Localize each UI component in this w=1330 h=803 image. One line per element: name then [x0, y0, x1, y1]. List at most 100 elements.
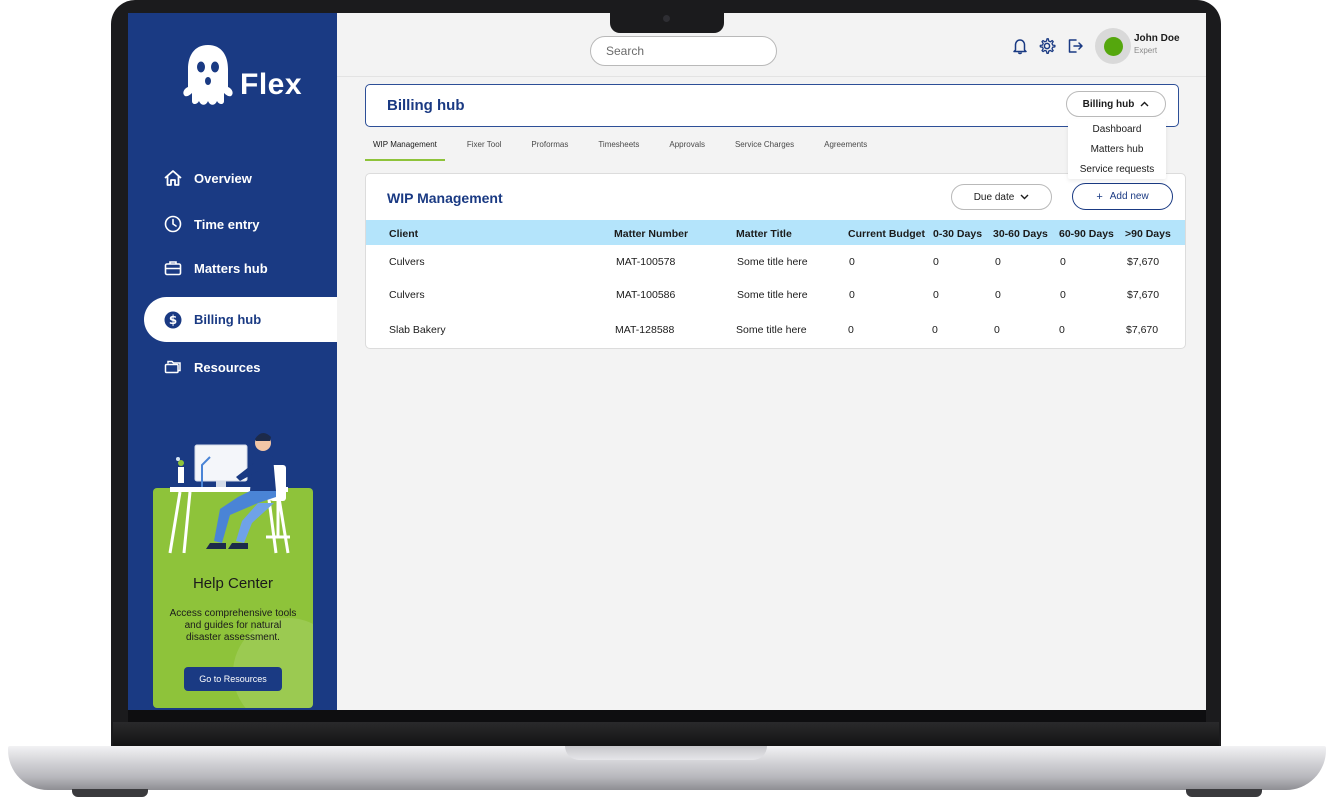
cell-0-30-days: 0	[933, 289, 939, 301]
svg-text:$: $	[169, 313, 177, 327]
billing-tabs: WIP Management Fixer Tool Proformas Time…	[365, 137, 889, 161]
cell-client: Culvers	[389, 289, 425, 301]
cell-60-90-days: 0	[1060, 289, 1066, 301]
top-bar: John Doe Expert	[337, 13, 1206, 77]
column-header[interactable]: Matter Title	[736, 228, 792, 240]
sidebar-item-label: Time entry	[194, 216, 260, 232]
column-header[interactable]: 0-30 Days	[933, 228, 982, 240]
help-center-description: Access comprehensive tools and guides fo…	[169, 608, 297, 643]
page-title: Billing hub	[387, 97, 465, 114]
cell-matter-number: MAT-100586	[616, 289, 676, 301]
dollar-icon: $	[162, 309, 184, 331]
due-date-filter[interactable]: Due date	[951, 184, 1052, 210]
cell-matter-number: MAT-128588	[615, 324, 675, 336]
table-row[interactable]: Culvers MAT-100578 Some title here 0 0 0…	[366, 248, 1185, 278]
add-new-label: Add new	[1109, 191, 1149, 202]
table-header: Client Matter Number Matter Title Curren…	[366, 220, 1185, 245]
column-header[interactable]: >90 Days	[1125, 228, 1171, 240]
laptop-foot	[1186, 789, 1262, 797]
chevron-up-icon	[1140, 101, 1149, 107]
app-name: Flex	[240, 68, 303, 101]
sidebar-item-overview[interactable]: Overview	[144, 156, 337, 200]
go-to-resources-button[interactable]: Go to Resources	[184, 667, 282, 691]
app-screen: Flex Overview Time entry Matters hub $ B…	[128, 13, 1206, 710]
cell-0-30-days: 0	[933, 256, 939, 268]
tab-agreements[interactable]: Agreements	[816, 137, 875, 161]
sidebar: Flex Overview Time entry Matters hub $ B…	[128, 13, 337, 710]
sidebar-item-billing-hub[interactable]: $ Billing hub	[144, 297, 337, 342]
cell-60-90-days: 0	[1060, 256, 1066, 268]
cell-over-90-days: $7,670	[1127, 256, 1160, 268]
user-name: John Doe	[1134, 33, 1180, 44]
card-title: WIP Management	[387, 190, 503, 206]
help-center-title: Help Center	[192, 575, 274, 592]
cell-matter-title: Some title here	[737, 289, 808, 301]
sidebar-item-matters-hub[interactable]: Matters hub	[144, 246, 337, 290]
cell-current-budget: 0	[848, 324, 854, 336]
clock-icon	[162, 213, 184, 235]
chevron-down-icon	[1020, 194, 1029, 200]
cell-0-30-days: 0	[932, 324, 938, 336]
add-new-button[interactable]: + Add new	[1072, 183, 1173, 210]
bell-icon[interactable]	[1011, 37, 1029, 55]
laptop-opening-groove	[565, 746, 767, 760]
person-at-desk-illustration	[168, 432, 290, 554]
cell-matter-title: Some title here	[737, 256, 808, 268]
cell-over-90-days: $7,670	[1127, 289, 1160, 301]
cell-client: Slab Bakery	[389, 324, 446, 336]
cell-client: Culvers	[389, 256, 425, 268]
cell-matter-number: MAT-100578	[616, 256, 676, 268]
camera-icon	[663, 15, 670, 22]
laptop-foot	[72, 789, 148, 797]
hub-selector-label: Billing hub	[1082, 98, 1135, 110]
sidebar-item-time-entry[interactable]: Time entry	[144, 202, 337, 246]
sidebar-item-resources[interactable]: Resources	[144, 345, 337, 389]
gear-icon[interactable]	[1038, 37, 1056, 55]
column-header[interactable]: Matter Number	[614, 228, 688, 240]
laptop-hinge	[113, 722, 1219, 748]
camera-notch	[610, 13, 724, 33]
plus-icon: +	[1096, 190, 1103, 203]
logout-icon[interactable]	[1066, 37, 1084, 55]
tab-service-charges[interactable]: Service Charges	[727, 137, 802, 161]
tab-timesheets[interactable]: Timesheets	[590, 137, 647, 161]
cell-current-budget: 0	[849, 256, 855, 268]
menu-item-service-requests[interactable]: Service requests	[1068, 159, 1166, 179]
cell-30-60-days: 0	[994, 324, 1000, 336]
sidebar-item-label: Overview	[194, 170, 252, 186]
cell-over-90-days: $7,670	[1126, 324, 1159, 336]
menu-item-dashboard[interactable]: Dashboard	[1068, 119, 1166, 139]
cell-matter-title: Some title here	[736, 324, 807, 336]
cell-30-60-days: 0	[995, 256, 1001, 268]
cell-current-budget: 0	[849, 289, 855, 301]
column-header[interactable]: Client	[389, 228, 418, 240]
user-status-dot	[1103, 36, 1123, 56]
folder-icon	[162, 356, 184, 378]
sidebar-item-label: Resources	[194, 359, 261, 375]
ghost-icon	[183, 45, 233, 105]
sidebar-item-label: Billing hub	[194, 312, 262, 327]
menu-item-matters-hub[interactable]: Matters hub	[1068, 139, 1166, 159]
page-header: Billing hub Billing hub	[365, 84, 1179, 127]
column-header[interactable]: 60-90 Days	[1059, 228, 1114, 240]
home-icon	[162, 167, 184, 189]
tab-fixer-tool[interactable]: Fixer Tool	[459, 137, 510, 161]
tab-approvals[interactable]: Approvals	[661, 137, 713, 161]
briefcase-icon	[162, 257, 184, 279]
user-role: Expert	[1134, 46, 1158, 55]
tab-wip-management[interactable]: WIP Management	[365, 137, 445, 161]
table-row[interactable]: Culvers MAT-100586 Some title here 0 0 0…	[366, 281, 1185, 311]
search-input[interactable]	[590, 36, 777, 66]
column-header[interactable]: 30-60 Days	[993, 228, 1048, 240]
tab-proformas[interactable]: Proformas	[523, 137, 576, 161]
wip-management-card: WIP Management Due date + Add new Client…	[365, 173, 1186, 349]
cell-60-90-days: 0	[1059, 324, 1065, 336]
app-logo[interactable]: Flex	[180, 43, 302, 109]
hub-dropdown-menu: Dashboard Matters hub Service requests	[1068, 119, 1166, 179]
cell-30-60-days: 0	[995, 289, 1001, 301]
hub-selector[interactable]: Billing hub	[1066, 91, 1166, 117]
column-header[interactable]: Current Budget	[848, 228, 925, 240]
due-date-label: Due date	[973, 191, 1015, 203]
avatar[interactable]	[1095, 28, 1131, 64]
table-row[interactable]: Slab Bakery MAT-128588 Some title here 0…	[366, 316, 1185, 346]
